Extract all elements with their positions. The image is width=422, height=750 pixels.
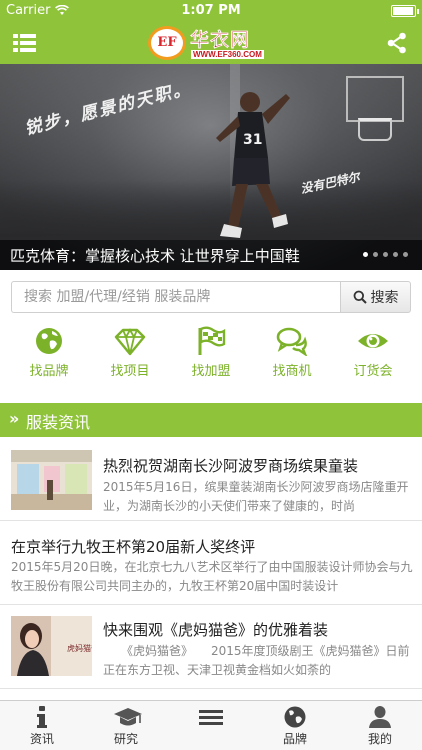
globe-icon: [36, 328, 62, 354]
tab-research[interactable]: 研究: [84, 705, 168, 747]
tab-brand[interactable]: 品牌: [253, 705, 337, 747]
graduation-cap-icon: [114, 708, 142, 726]
search-bar: 搜索: [11, 281, 411, 313]
menu-button[interactable]: [13, 33, 36, 53]
basketball-player-image: 31: [216, 92, 290, 238]
search-icon: [353, 290, 367, 304]
info-icon: [37, 706, 47, 728]
logo-title: 华衣网: [190, 29, 251, 51]
diamond-icon: [114, 328, 146, 356]
quick-nav-label: 找项目: [110, 364, 150, 379]
globe-icon: [284, 706, 306, 728]
news-item[interactable]: 在京举行九牧王杯第20届新人奖终评 2015年5月20日晚，在北京七九八艺术区举…: [0, 521, 422, 605]
list-icon: [199, 710, 223, 725]
quick-nav-label: 订货会: [353, 364, 393, 379]
news-item[interactable]: 虎妈猫爸 快来围观《虎妈猫爸》的优雅着装 《虎妈猫爸》 2015年度顶级剧王《虎…: [0, 605, 422, 689]
banner-caption: 匹克体育：掌握核心技术 让世界穿上中国鞋: [10, 247, 300, 265]
news-summary: 2015年5月20日晚，在北京七九八艺术区举行了由中国服装设计师协会与九牧王股份…: [11, 560, 413, 593]
news-title: 快来围观《虎妈猫爸》的优雅着装: [103, 621, 329, 639]
quick-nav-find-project[interactable]: 找项目: [90, 326, 170, 379]
quick-nav-find-franchise[interactable]: 找加盟: [171, 326, 251, 379]
basketball-hoop: [346, 76, 404, 141]
share-icon: [387, 32, 406, 54]
eye-icon: [358, 334, 388, 348]
double-chevron-icon: »: [9, 409, 20, 428]
list-menu-icon: [13, 34, 36, 52]
flag-icon: [198, 326, 226, 355]
tab-bar: 资讯 研究 品牌 我的: [0, 700, 422, 750]
news-summary: 《虎妈猫爸》 2015年度顶级剧王《虎妈猫爸》日前正在东方卫视、天津卫视黄金档如…: [103, 644, 410, 677]
quick-nav-label: 找品牌: [29, 364, 69, 379]
quick-nav-label: 找加盟: [191, 364, 231, 379]
news-title: 在京举行九牧王杯第20届新人奖终评: [11, 538, 256, 556]
tab-label: 我的: [367, 732, 392, 746]
share-button[interactable]: [386, 32, 408, 54]
tab-menu[interactable]: [169, 705, 253, 730]
carousel-dot[interactable]: [393, 252, 398, 257]
drama-poster-photo: 虎妈猫爸: [11, 616, 92, 676]
battery-icon: [391, 5, 419, 17]
news-summary: 2015年5月16日，缤果童装湖南长沙阿波罗商场店隆重开业，为湖南长沙的小天使们…: [103, 480, 409, 513]
user-icon: [369, 706, 391, 728]
carousel-pagination[interactable]: [363, 252, 408, 257]
quick-nav-ordering-fair[interactable]: 订货会: [333, 326, 413, 379]
carousel-dot[interactable]: [403, 252, 408, 257]
tab-label: 品牌: [282, 732, 307, 746]
search-button[interactable]: 搜索: [340, 281, 411, 313]
jersey-number: 31: [243, 132, 262, 148]
news-thumbnail: 虎妈猫爸: [11, 616, 92, 676]
logo-url: WWW.EF360.COM: [191, 50, 264, 59]
nav-bar: EF 华衣网 WWW.EF360.COM: [0, 22, 422, 64]
news-title: 热烈祝贺湖南长沙阿波罗商场缤果童装: [103, 457, 359, 475]
section-header-news[interactable]: » 服装资讯: [0, 403, 422, 437]
banner-caption-bar: 匹克体育：掌握核心技术 让世界穿上中国鞋: [0, 240, 422, 270]
tab-label: 资讯: [29, 732, 54, 746]
tab-profile[interactable]: 我的: [338, 705, 422, 747]
news-item[interactable]: 热烈祝贺湖南长沙阿波罗商场缤果童装 2015年5月16日，缤果童装湖南长沙阿波罗…: [0, 437, 422, 521]
carousel-dot[interactable]: [383, 252, 388, 257]
quick-nav-find-opportunity[interactable]: 找商机: [252, 326, 332, 379]
status-bar: Carrier 1:07 PM: [0, 0, 422, 22]
banner-carousel[interactable]: 锐步，愿景的天职。 没有巴特尔 31 匹克体育：掌握核心技术 让世界穿上中国鞋: [0, 64, 422, 270]
carousel-dot[interactable]: [363, 252, 368, 257]
chat-bubbles-icon: [276, 327, 308, 358]
quick-nav-find-brand[interactable]: 找品牌: [9, 326, 89, 379]
clock: 1:07 PM: [181, 3, 241, 18]
search-input[interactable]: [11, 281, 340, 313]
store-photo: [11, 450, 92, 510]
search-button-label: 搜索: [370, 290, 399, 306]
tab-label: 研究: [113, 732, 138, 746]
carousel-dot[interactable]: [373, 252, 378, 257]
logo-mark: EF: [148, 26, 186, 60]
tab-news[interactable]: 资讯: [0, 705, 84, 747]
news-thumbnail: [11, 450, 92, 510]
section-title: 服装资讯: [26, 413, 91, 432]
quick-nav: 找品牌 找项目 找加盟 找商机 订货会: [0, 326, 422, 390]
site-logo[interactable]: EF 华衣网 WWW.EF360.COM: [148, 25, 276, 61]
poster-title: 虎妈猫爸: [67, 643, 92, 653]
quick-nav-label: 找商机: [272, 364, 312, 379]
